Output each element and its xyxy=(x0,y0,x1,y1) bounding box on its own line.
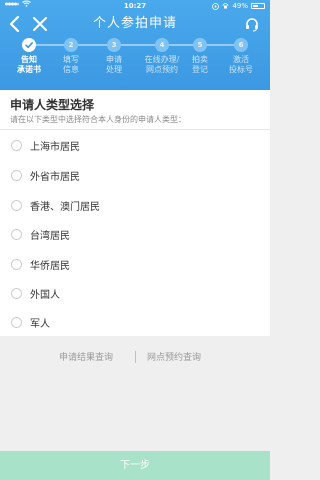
option-hk-macau-resident[interactable]: 香港、澳门居民 xyxy=(0,191,270,219)
radio-icon[interactable] xyxy=(11,200,22,211)
step-notice: 告知 承诺书 xyxy=(9,36,49,75)
step-registration: 5 拍卖 登记 xyxy=(180,36,220,75)
query-links: 申请结果查询 网点预约查询 xyxy=(0,350,270,366)
location-icon xyxy=(212,2,220,10)
step-number: 3 xyxy=(107,38,121,52)
step-label: 拍卖 登记 xyxy=(192,55,208,74)
option-label: 上海市居民 xyxy=(30,142,80,153)
option-label: 外省市居民 xyxy=(30,172,80,183)
divider xyxy=(0,129,270,130)
step-label: 申请 处理 xyxy=(106,55,122,74)
option-foreigner[interactable]: 外国人 xyxy=(0,279,270,307)
headset-icon[interactable] xyxy=(244,16,260,32)
option-label: 香港、澳门居民 xyxy=(30,202,100,213)
radio-icon[interactable] xyxy=(11,288,22,299)
link-divider xyxy=(135,351,136,363)
option-label: 华侨居民 xyxy=(30,261,70,272)
progress-steps: 告知 承诺书 2 填写 信息 3 申请 处理 4 在线办理/ 网点预约 5 拍卖… xyxy=(0,36,270,86)
option-label: 外国人 xyxy=(30,290,60,301)
step-activate: 6 激活 投标号 xyxy=(221,36,261,75)
step-label: 激活 投标号 xyxy=(229,55,253,74)
option-taiwan-resident[interactable]: 台湾居民 xyxy=(0,220,270,248)
status-bar: 10:27 49% xyxy=(0,0,270,12)
step-fill-info: 2 填写 信息 xyxy=(51,36,91,75)
result-query-link[interactable]: 申请结果查询 xyxy=(59,350,113,363)
option-military[interactable]: 军人 xyxy=(0,308,270,336)
rotation-lock-icon xyxy=(223,2,229,8)
radio-icon[interactable] xyxy=(11,170,22,181)
option-other-province-resident[interactable]: 外省市居民 xyxy=(0,161,270,189)
step-number: 6 xyxy=(234,38,248,52)
next-button[interactable]: 下一步 xyxy=(0,451,270,480)
step-processing: 3 申请 处理 xyxy=(94,36,134,75)
option-label: 台湾居民 xyxy=(30,231,70,242)
step-label: 告知 承诺书 xyxy=(17,55,41,74)
radio-icon[interactable] xyxy=(11,140,22,151)
status-right-group: 49% xyxy=(212,0,265,12)
radio-icon[interactable] xyxy=(11,259,22,270)
radio-icon[interactable] xyxy=(11,229,22,240)
check-icon xyxy=(22,38,36,52)
option-overseas-chinese[interactable]: 华侨居民 xyxy=(0,250,270,278)
nav-bar: 个人参拍申请 xyxy=(0,14,270,34)
step-number: 5 xyxy=(193,38,207,52)
step-label: 填写 信息 xyxy=(63,55,79,74)
battery-icon xyxy=(251,3,265,9)
page-title: 个人参拍申请 xyxy=(92,16,177,31)
option-label: 军人 xyxy=(30,319,50,330)
section-heading: 申请人类型选择 xyxy=(10,98,95,112)
option-shanghai-resident[interactable]: 上海市居民 xyxy=(0,131,270,159)
radio-icon[interactable] xyxy=(11,317,22,328)
app-header: 10:27 49% 个人参拍申请 告知 承诺书 2 填写 信息 3 申请 处理 … xyxy=(0,0,270,90)
section-subtitle: 请在以下类型中选择符合本人身份的申请人类型： xyxy=(10,115,186,124)
applicant-type-card: 申请人类型选择 请在以下类型中选择符合本人身份的申请人类型： 上海市居民 外省市… xyxy=(0,90,270,336)
step-number: 2 xyxy=(64,38,78,52)
battery-percent: 49% xyxy=(232,2,248,10)
step-number: 4 xyxy=(155,38,169,52)
branch-booking-query-link[interactable]: 网点预约查询 xyxy=(147,350,201,363)
